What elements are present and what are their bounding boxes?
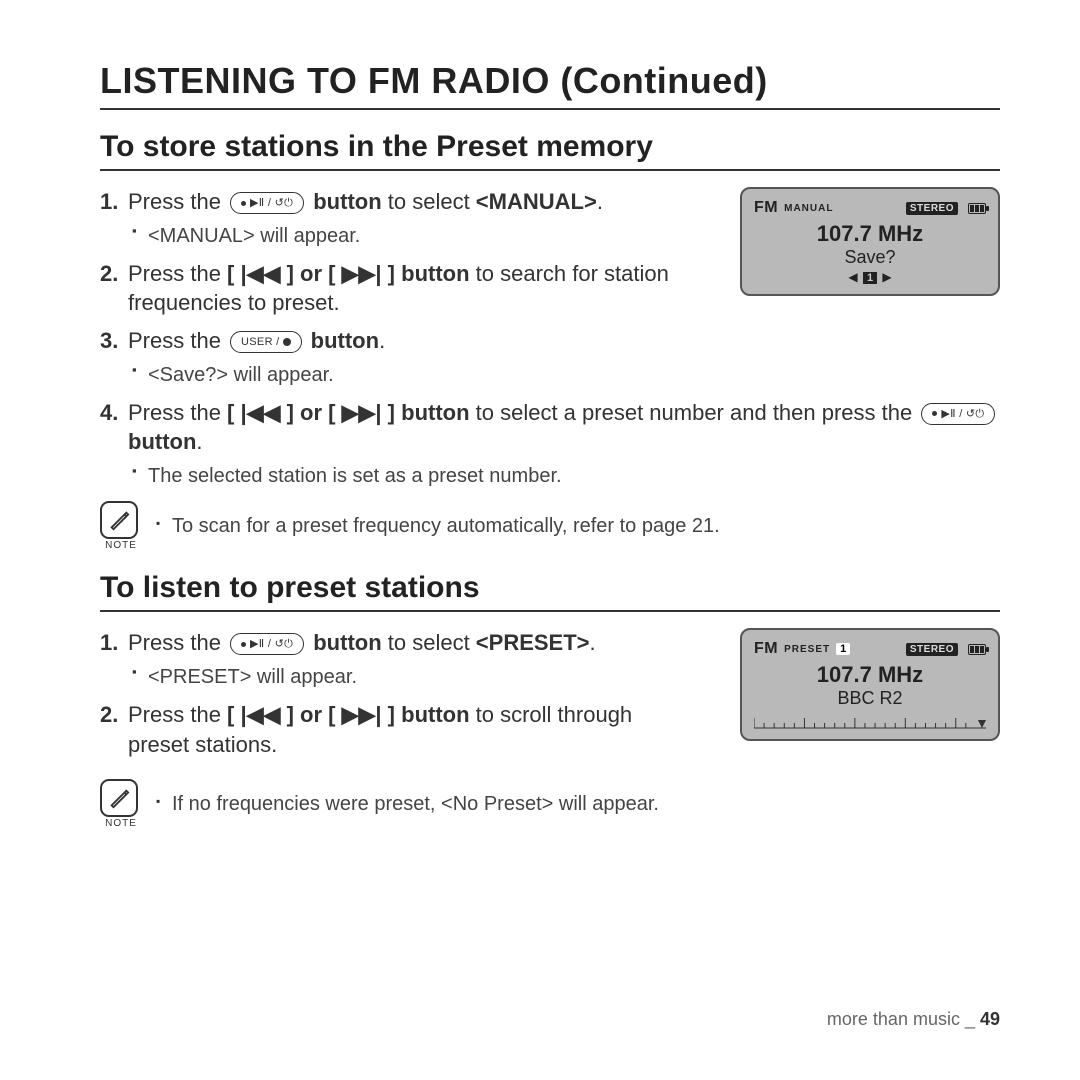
step2-2: Press the [ |◀◀ ] or [ ▶▶| ] button to s… — [100, 700, 698, 759]
battery-icon — [968, 203, 986, 214]
lcd-display-manual: FM MANUAL STEREO 107.7 MHz Save? ◀ 1 ▶ — [740, 187, 1000, 296]
play-pause-power-button-icon: ▶Ⅱ / ↺⏻ — [230, 633, 304, 655]
lcd-save-prompt: Save? — [754, 247, 986, 268]
section1-heading: To store stations in the Preset memory — [100, 130, 1000, 171]
stereo-badge: STEREO — [906, 643, 958, 656]
play-pause-power-button-icon: ▶Ⅱ / ↺⏻ — [230, 192, 304, 214]
lcd-selector: ◀ 1 ▶ — [754, 270, 986, 284]
step-4: Press the [ |◀◀ ] or [ ▶▶| ] button to s… — [100, 398, 1000, 489]
lcd-fm-label: FM — [754, 199, 778, 217]
step2-1-sub: <PRESET> will appear. — [132, 664, 698, 690]
lcd-frequency: 107.7 MHz — [754, 662, 986, 688]
lcd-tuning-ruler — [754, 715, 986, 729]
lcd-station-name: BBC R2 — [754, 688, 986, 709]
lcd-frequency: 107.7 MHz — [754, 221, 986, 247]
section2-heading: To listen to preset stations — [100, 571, 1000, 612]
section1-note: To scan for a preset frequency automatic… — [156, 515, 720, 538]
section1-steps-cont: Press the [ |◀◀ ] or [ ▶▶| ] button to s… — [100, 398, 1000, 489]
lcd-mode-label: PRESET — [784, 644, 830, 655]
lcd-display-preset: FM PRESET 1 STEREO 107.7 MHz BBC R2 — [740, 628, 1000, 741]
step2-1: Press the ▶Ⅱ / ↺⏻ button to select <PRES… — [100, 628, 698, 690]
step-2: Press the [ |◀◀ ] or [ ▶▶| ] button to s… — [100, 259, 698, 318]
note-icon: NOTE — [100, 779, 142, 829]
step-1-sub: <MANUAL> will appear. — [132, 223, 698, 249]
section1-steps: Press the ▶Ⅱ / ↺⏻ button to select <MANU… — [100, 187, 698, 388]
note-icon: NOTE — [100, 501, 142, 551]
user-rec-button-icon: USER / — [230, 331, 301, 353]
section2-note: If no frequencies were preset, <No Prese… — [156, 793, 659, 816]
step-3-sub: <Save?> will appear. — [132, 362, 698, 388]
preset-number-badge: 1 — [836, 643, 850, 655]
step-3: Press the USER / button. <Save?> will ap… — [100, 326, 698, 388]
step-4-sub: The selected station is set as a preset … — [132, 463, 1000, 489]
page-title: LISTENING TO FM RADIO (Continued) — [100, 60, 1000, 110]
play-pause-power-button-icon: ▶Ⅱ / ↺⏻ — [921, 403, 995, 425]
lcd-mode-label: MANUAL — [784, 203, 833, 214]
lcd-fm-label: FM — [754, 640, 778, 658]
battery-icon — [968, 644, 986, 655]
page-footer: more than music _ 49 — [827, 1009, 1000, 1030]
section2-steps: Press the ▶Ⅱ / ↺⏻ button to select <PRES… — [100, 628, 698, 759]
step-1: Press the ▶Ⅱ / ↺⏻ button to select <MANU… — [100, 187, 698, 249]
stereo-badge: STEREO — [906, 202, 958, 215]
